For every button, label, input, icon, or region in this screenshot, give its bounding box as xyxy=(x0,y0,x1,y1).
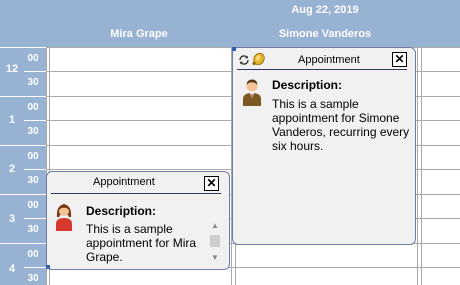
hour-label-12: 12 xyxy=(5,63,19,75)
hour-label-3: 3 xyxy=(8,213,16,225)
appointment-title: Appointment xyxy=(93,176,155,188)
minute-label-30: 30 xyxy=(27,224,39,235)
half-hour-divider xyxy=(24,169,46,170)
female-user-icon xyxy=(53,201,75,236)
minute-label-30: 30 xyxy=(27,126,39,137)
half-hour-divider xyxy=(24,218,46,219)
half-hour-divider xyxy=(24,120,46,121)
minute-label-00: 00 xyxy=(27,102,39,113)
male-user-icon xyxy=(241,77,263,112)
resource-header-simone-vanderos[interactable]: Simone Vanderos xyxy=(232,28,418,40)
description-text: This is a sample appointment for Mira Gr… xyxy=(86,222,197,264)
half-hour-divider xyxy=(24,71,46,72)
column-divider xyxy=(417,47,418,285)
appointment-popup-mira[interactable]: Appointment ✕ Description: This is a sam… xyxy=(46,171,230,270)
hour-divider xyxy=(0,96,46,97)
hour-divider xyxy=(0,194,46,195)
hour-label-4: 4 xyxy=(8,263,16,275)
hour-divider xyxy=(0,145,46,146)
time-ruler: 12 00 30 1 00 30 2 00 30 3 00 30 4 00 30 xyxy=(0,47,46,285)
half-hour-divider xyxy=(24,267,46,268)
hour-divider xyxy=(0,47,46,48)
appointment-popup-simone[interactable]: Appointment ✕ Description: This is a sam… xyxy=(232,47,416,245)
resource-header-mira-grape[interactable]: Mira Grape xyxy=(46,28,232,40)
appointment-corner-marker xyxy=(46,265,50,269)
description-scrollbar[interactable]: ▲ ▼ xyxy=(208,220,222,266)
close-button[interactable]: ✕ xyxy=(204,176,219,191)
minute-label-00: 00 xyxy=(27,53,39,64)
minute-label-00: 00 xyxy=(27,249,39,260)
appointment-title: Appointment xyxy=(298,54,360,66)
scrollbar-thumb[interactable] xyxy=(210,235,220,247)
description-label: Description: xyxy=(86,204,157,218)
column-divider xyxy=(421,47,422,285)
hour-divider xyxy=(0,243,46,244)
hour-label-1: 1 xyxy=(8,114,16,126)
title-separator xyxy=(237,69,407,70)
title-separator xyxy=(51,193,221,194)
minute-label-00: 00 xyxy=(27,151,39,162)
date-header: Aug 22, 2019 xyxy=(291,4,359,16)
description-text: This is a sample appointment for Simone … xyxy=(272,97,410,153)
scheduler-header: Aug 22, 2019 Mira Grape Simone Vanderos xyxy=(0,0,460,47)
scroll-down-icon[interactable]: ▼ xyxy=(208,252,222,264)
minute-label-30: 30 xyxy=(27,273,39,284)
minute-label-00: 00 xyxy=(27,200,39,211)
close-button[interactable]: ✕ xyxy=(392,52,407,67)
minute-label-30: 30 xyxy=(27,77,39,88)
scroll-up-icon[interactable]: ▲ xyxy=(208,220,222,232)
appointment-corner-marker xyxy=(232,47,236,51)
hour-label-2: 2 xyxy=(8,163,16,175)
minute-label-30: 30 xyxy=(27,175,39,186)
description-label: Description: xyxy=(272,78,343,92)
